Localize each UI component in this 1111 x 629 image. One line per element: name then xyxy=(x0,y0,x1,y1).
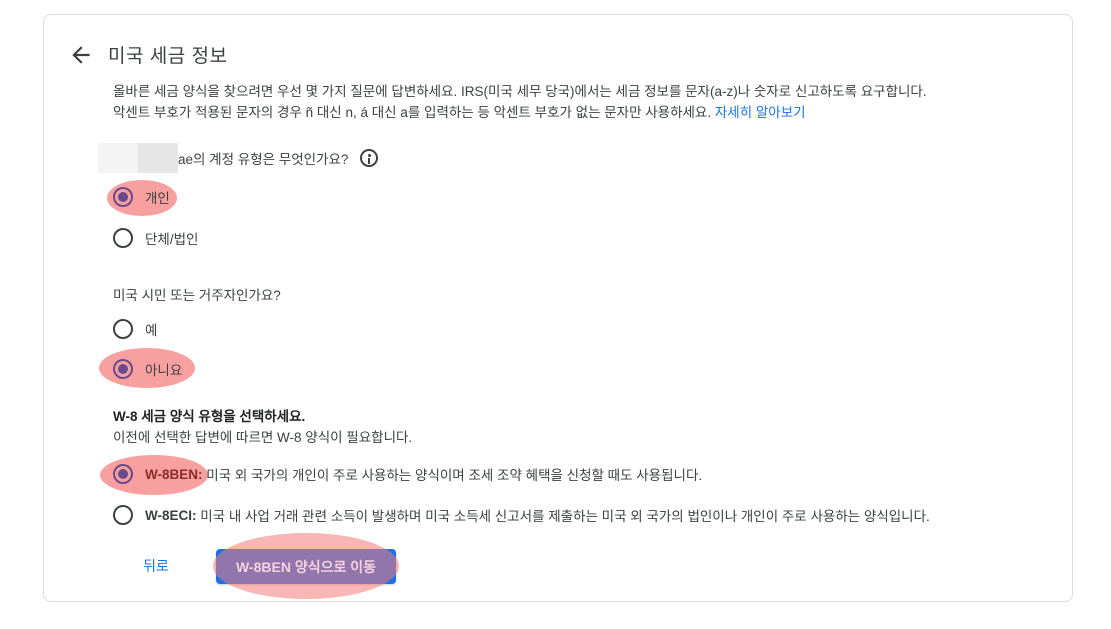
back-arrow-icon[interactable] xyxy=(68,42,94,68)
option-label: 아니요 xyxy=(145,363,183,378)
intro-line-1: 올바른 세금 양식을 찾으려면 우선 몇 가지 질문에 답변하세요. IRS(미… xyxy=(113,84,927,99)
go-to-w8ben-button[interactable]: W-8BEN 양식으로 이동 xyxy=(216,549,396,584)
intro-text: 올바른 세금 양식을 찾으려면 우선 몇 가지 질문에 답변하세요. IRS(미… xyxy=(113,81,1063,123)
option-label: 개인 xyxy=(145,191,170,206)
account-type-label: ae의 계정 유형은 무엇인가요? xyxy=(178,152,349,167)
learn-more-link[interactable]: 자세히 알아보기 xyxy=(715,105,806,120)
w8ben-description: 미국 외 국가의 개인이 주로 사용하는 양식이며 조세 조약 혜택을 신청할 … xyxy=(202,468,703,483)
radio-button-checked[interactable] xyxy=(113,464,133,484)
citizen-question: 미국 시민 또는 거주자인가요? xyxy=(113,288,281,303)
info-icon[interactable] xyxy=(360,149,379,167)
radio-button-checked[interactable] xyxy=(113,359,133,379)
back-button[interactable]: 뒤로 xyxy=(135,550,177,582)
radio-button[interactable] xyxy=(113,319,133,339)
account-type-question: ae의 계정 유형은 무엇인가요? xyxy=(98,143,379,173)
radio-button[interactable] xyxy=(113,505,133,525)
radio-option-w8ben[interactable]: W-8BEN: 미국 외 국가의 개인이 주로 사용하는 양식이며 조세 조약 … xyxy=(113,463,702,485)
redacted-name xyxy=(98,143,178,173)
intro-line-2: 악센트 부호가 적용된 문자의 경우 ñ 대신 n, á 대신 a를 입력하는 … xyxy=(113,105,712,120)
radio-option-w8eci[interactable]: W-8ECI: 미국 내 사업 거래 관련 소득이 발생하며 미국 소득세 신고… xyxy=(113,504,930,526)
option-label: 예 xyxy=(145,323,158,338)
w8-question-subtitle: 이전에 선택한 답변에 따르면 W-8 양식이 필요합니다. xyxy=(113,430,413,445)
radio-option-entity[interactable]: 단체/법인 xyxy=(113,227,198,249)
radio-option-yes[interactable]: 예 xyxy=(113,318,157,340)
w8eci-description: 미국 내 사업 거래 관련 소득이 발생하며 미국 소득세 신고서를 제출하는 … xyxy=(196,509,930,524)
option-label: 단체/법인 xyxy=(145,232,199,247)
page-title: 미국 세금 정보 xyxy=(108,46,228,67)
w8ben-code: W-8BEN: xyxy=(145,466,203,482)
radio-button-checked[interactable] xyxy=(113,187,133,207)
primary-button-label: W-8BEN 양식으로 이동 xyxy=(236,558,376,575)
radio-option-no[interactable]: 아니요 xyxy=(113,358,182,380)
radio-option-individual[interactable]: 개인 xyxy=(113,186,170,208)
w8eci-code: W-8ECI: xyxy=(145,507,197,523)
radio-button[interactable] xyxy=(113,228,133,248)
w8-question: W-8 세금 양식 유형을 선택하세요. 이전에 선택한 답변에 따르면 W-8… xyxy=(113,406,412,448)
w8-question-title: W-8 세금 양식 유형을 선택하세요. xyxy=(113,409,306,424)
